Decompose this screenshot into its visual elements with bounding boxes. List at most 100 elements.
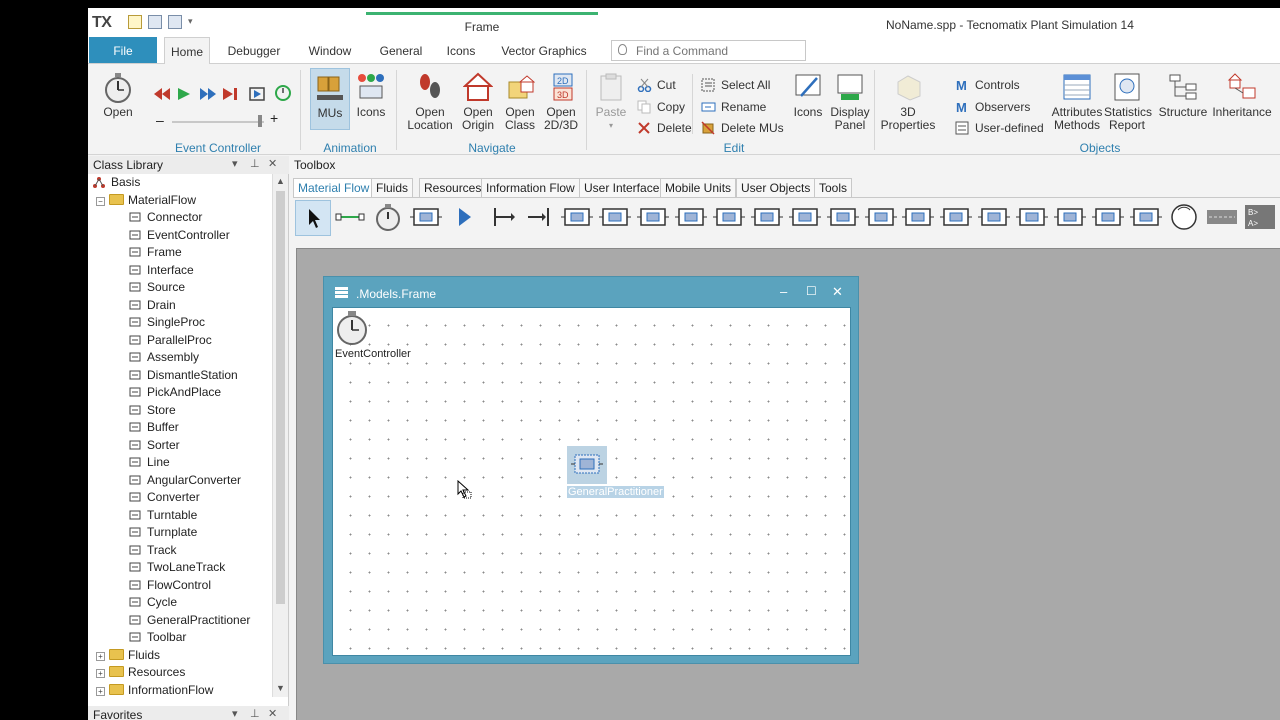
expand-icon[interactable]: +: [96, 651, 105, 661]
attributes-methods-button[interactable]: Attributes Methods: [1051, 72, 1103, 132]
toolbox-tab-material-flow[interactable]: Material Flow: [293, 178, 375, 197]
edit-icons-button[interactable]: Icons: [791, 72, 825, 119]
pin-icon[interactable]: ⊥: [250, 707, 260, 720]
tree-item-assembly[interactable]: Assembly: [128, 349, 199, 366]
tab-file[interactable]: File: [89, 37, 157, 63]
find-command-input[interactable]: [636, 43, 796, 58]
start-icon[interactable]: [178, 88, 192, 103]
tool-assembly-icon[interactable]: [636, 200, 672, 236]
tab-home[interactable]: Home: [164, 37, 210, 64]
tree-item-basis[interactable]: Basis: [92, 174, 140, 191]
tree-item-informationflow[interactable]: + InformationFlow: [96, 682, 213, 698]
tree-item-pickandplace[interactable]: PickAndPlace: [128, 384, 221, 401]
tree-item-line[interactable]: Line: [128, 454, 170, 471]
tree-item-eventcontroller[interactable]: EventController: [128, 227, 230, 244]
toolbox-tab-mobile-units[interactable]: Mobile Units: [660, 178, 737, 197]
step-icon[interactable]: [223, 88, 239, 103]
tool-angularconverter-icon[interactable]: [901, 200, 937, 236]
tool-generalpractitioner-icon[interactable]: [1205, 200, 1241, 236]
toolbox-tab-tools[interactable]: Tools: [814, 178, 853, 197]
tool-frame-icon[interactable]: [409, 200, 445, 236]
close-icon[interactable]: ✕: [268, 157, 277, 170]
pin-icon[interactable]: ⊥: [250, 157, 260, 170]
tool-turntable-icon[interactable]: [977, 200, 1013, 236]
toolbox-tab-user-interface[interactable]: User Interface: [579, 178, 665, 197]
scroll-thumb[interactable]: [276, 191, 285, 604]
cut-button[interactable]: Cut: [637, 77, 676, 95]
tree-item-frame[interactable]: Frame: [128, 244, 182, 261]
expand-icon[interactable]: +: [96, 669, 105, 678]
frame-window[interactable]: .Models.Frame – ☐ ✕ EventController Gene…: [323, 276, 859, 664]
tool-pickandplace-icon[interactable]: [712, 200, 748, 236]
toolbox-tab-user-objects[interactable]: User Objects: [736, 178, 816, 197]
close-icon[interactable]: ✕: [832, 284, 843, 300]
speed-decrease-button[interactable]: –: [156, 112, 164, 128]
tree-item-generalpractitioner[interactable]: GeneralPractitioner: [128, 612, 250, 629]
tool-buffer-icon[interactable]: [788, 200, 824, 236]
scroll-down-icon[interactable]: ▼: [276, 683, 285, 693]
tab-window[interactable]: Window: [300, 37, 360, 63]
toolbox-tab-resources[interactable]: Resources: [419, 178, 487, 197]
maximize-icon[interactable]: ☐: [806, 284, 817, 298]
toolbox-tab-information-flow[interactable]: Information Flow: [481, 178, 580, 197]
tool-track-icon[interactable]: [1053, 200, 1089, 236]
quick-access-dropdown-icon[interactable]: ▾: [188, 16, 193, 27]
tab-debugger[interactable]: Debugger: [222, 37, 286, 63]
general-practitioner-object[interactable]: GeneralPractitioner: [567, 446, 664, 498]
tree-item-turnplate[interactable]: Turnplate: [128, 524, 197, 541]
speed-slider[interactable]: [172, 121, 264, 123]
tool-twolanetrack-icon[interactable]: [1091, 200, 1127, 236]
tree-item-turntable[interactable]: Turntable: [128, 507, 197, 524]
tree-item-connector[interactable]: Connector: [128, 209, 202, 226]
rename-button[interactable]: Rename: [701, 99, 766, 117]
open-origin-button[interactable]: Open Origin: [458, 72, 498, 132]
speed-increase-button[interactable]: +: [270, 110, 278, 126]
tree-item-flowcontrol[interactable]: FlowControl: [128, 577, 211, 594]
animate-mus-button[interactable]: MUs: [310, 68, 350, 130]
copy-button[interactable]: Copy: [637, 99, 685, 117]
tool-cycle-icon[interactable]: [1167, 200, 1203, 236]
tool-pointer-icon[interactable]: [295, 200, 331, 236]
panel-menu-icon[interactable]: ▾: [232, 157, 238, 170]
tool-eventcontroller-icon[interactable]: [371, 200, 407, 236]
tool-store-icon[interactable]: [750, 200, 786, 236]
scroll-up-icon[interactable]: ▲: [276, 176, 285, 186]
close-icon[interactable]: ✕: [268, 707, 277, 720]
tree-item-parallelproc[interactable]: ParallelProc: [128, 332, 212, 349]
inheritance-button[interactable]: Inheritance: [1210, 72, 1274, 119]
event-controller-object[interactable]: EventController: [335, 310, 411, 360]
statistics-report-button[interactable]: Statistics Report: [1104, 72, 1152, 132]
expand-icon[interactable]: +: [96, 686, 105, 696]
tool-turnplate-icon[interactable]: [1015, 200, 1051, 236]
tool-drain-icon[interactable]: [522, 200, 558, 236]
display-panel-button[interactable]: Display Panel: [828, 72, 872, 132]
delete-button[interactable]: Delete: [637, 120, 692, 138]
animate-icons-button[interactable]: Icons: [354, 72, 388, 119]
tool-toolbar-icon[interactable]: B> A>: [1243, 200, 1279, 236]
tree-scrollbar[interactable]: ▲ ▼: [272, 174, 288, 697]
debug-icon[interactable]: [248, 86, 266, 105]
tree-item-toolbar[interactable]: Toolbar: [128, 629, 186, 646]
tree-item-cycle[interactable]: Cycle: [128, 594, 177, 611]
tab-icons[interactable]: Icons: [440, 37, 482, 63]
tree-item-angularconverter[interactable]: AngularConverter: [128, 472, 241, 489]
save-icon[interactable]: [148, 15, 162, 29]
speed-slider-thumb[interactable]: [258, 115, 262, 127]
collapse-icon[interactable]: −: [96, 196, 105, 206]
tree-item-interface[interactable]: Interface: [128, 262, 194, 279]
tool-flowcontrol-icon[interactable]: [1129, 200, 1165, 236]
find-command-box[interactable]: [611, 40, 806, 61]
select-all-button[interactable]: Select All: [701, 77, 770, 95]
tool-sorter-icon[interactable]: [826, 200, 862, 236]
tree-item-fluids[interactable]: + Fluids: [96, 647, 160, 664]
minimize-icon[interactable]: –: [780, 284, 787, 299]
context-tab-frame[interactable]: Frame: [366, 12, 598, 37]
tree-item-converter[interactable]: Converter: [128, 489, 200, 506]
tree-item-resources[interactable]: + Resources: [96, 664, 185, 681]
controls-button[interactable]: M Controls: [955, 77, 1020, 95]
tree-item-sorter[interactable]: Sorter: [128, 437, 180, 454]
observers-button[interactable]: M Observers: [955, 99, 1030, 117]
structure-button[interactable]: Structure: [1158, 72, 1208, 119]
tab-general[interactable]: General: [374, 37, 428, 63]
tool-converter-icon[interactable]: [939, 200, 975, 236]
